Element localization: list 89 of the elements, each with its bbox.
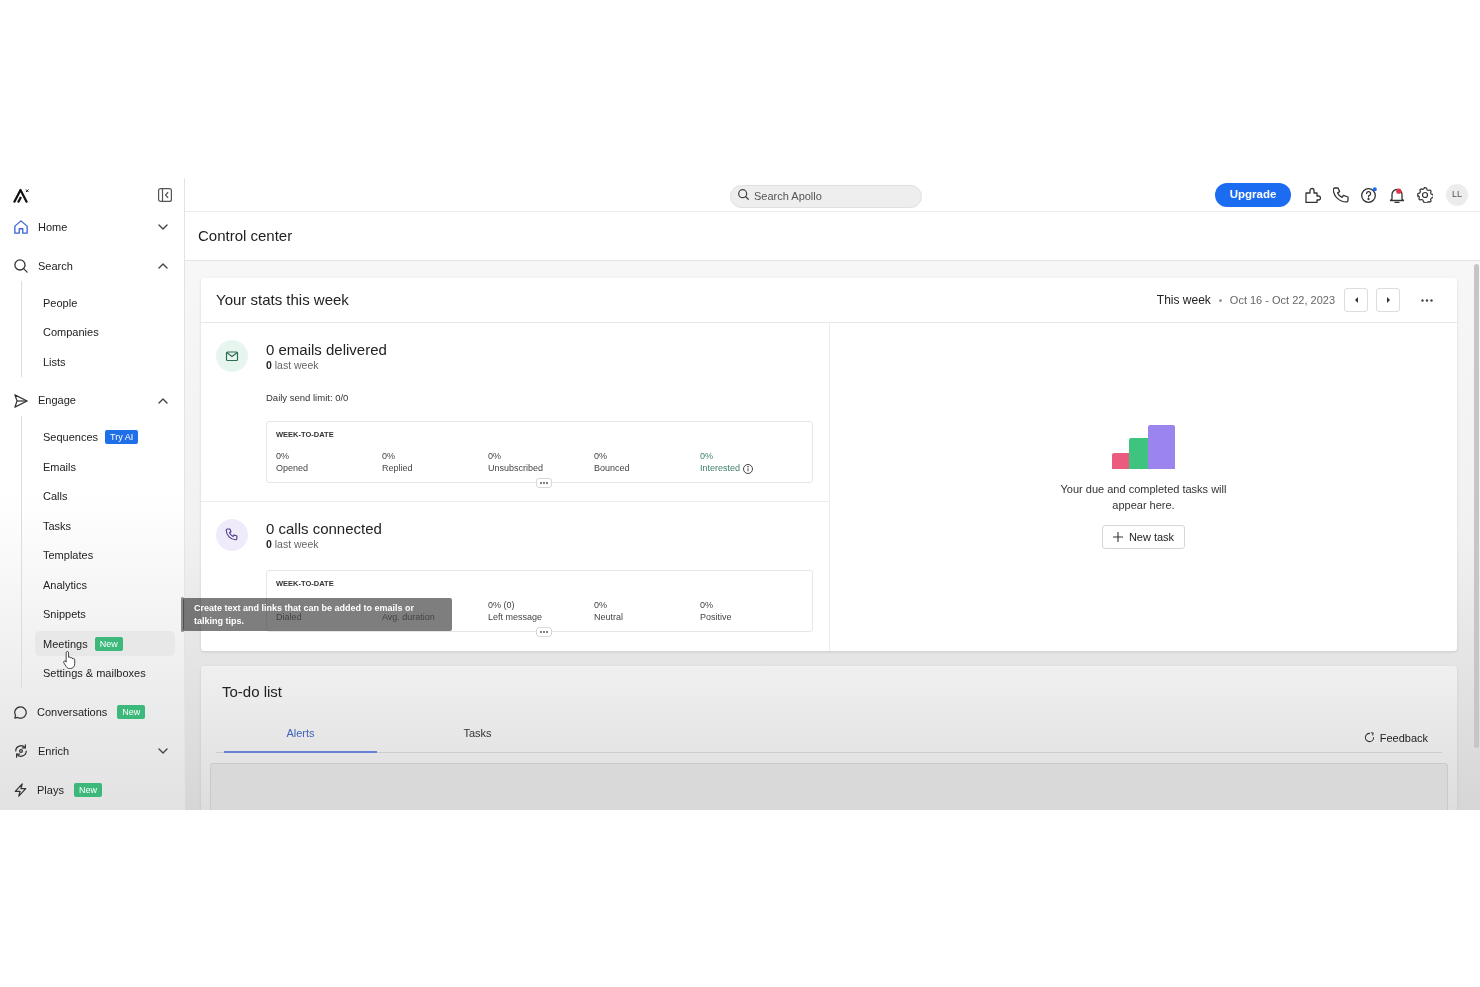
sidebar-item[interactable]: Settings & mailboxes xyxy=(35,660,175,686)
phone-icon[interactable] xyxy=(1333,186,1349,203)
sidebar-item[interactable]: Meetings New xyxy=(35,631,175,657)
chevron-icon[interactable] xyxy=(158,224,168,230)
stat-value: 0% xyxy=(594,599,607,611)
stat-value: 0% xyxy=(700,450,713,462)
stat-value: 0% xyxy=(594,450,607,462)
sidebar-item[interactable]: Templates xyxy=(35,542,175,568)
refresh-icon xyxy=(14,744,28,758)
expand-button[interactable] xyxy=(536,627,552,637)
date-range: Oct 16 - Oct 22, 2023 xyxy=(1229,292,1335,308)
card-title: Your stats this week xyxy=(216,289,349,310)
chevron-icon[interactable] xyxy=(158,263,168,269)
sidebar-item[interactable]: People xyxy=(35,290,175,316)
search-icon xyxy=(14,259,28,273)
scrollbar-thumb[interactable] xyxy=(1474,264,1479,748)
send-limit-text: Daily send limit: 0/0 xyxy=(266,391,349,404)
upgrade-button[interactable]: Upgrade xyxy=(1215,182,1291,207)
scrollbar-thumb[interactable] xyxy=(181,597,184,632)
stat-label: Left message xyxy=(488,611,543,624)
help-icon[interactable] xyxy=(1361,186,1377,203)
sidebar-badge: New xyxy=(73,783,102,797)
lightning-icon xyxy=(14,783,27,797)
info-icon[interactable] xyxy=(743,463,754,474)
chat-bubble-icon xyxy=(14,705,27,719)
logo-icon[interactable] xyxy=(13,187,30,203)
last-week-text: 0 last week xyxy=(266,538,319,551)
sidebar-item[interactable]: Search xyxy=(0,251,184,281)
separator-dot-icon xyxy=(1218,298,1222,302)
tab[interactable]: Tasks xyxy=(401,722,554,753)
phone-icon xyxy=(216,519,248,551)
sidebar-badge: New xyxy=(117,705,146,719)
paper-plane-icon xyxy=(14,393,28,408)
period-label: This week xyxy=(1156,292,1211,309)
sidebar-item[interactable]: Sequences Try AI xyxy=(35,424,175,450)
bell-icon[interactable] xyxy=(1389,186,1405,203)
sidebar-badge: Try AI xyxy=(105,430,139,445)
empty-state-text: Your due and completed tasks will appear here. xyxy=(1059,482,1228,513)
panel-collapse-icon[interactable] xyxy=(158,188,172,202)
stat-value: 0% xyxy=(488,450,501,462)
stat-label: Bounced xyxy=(594,462,630,475)
chevron-icon[interactable] xyxy=(158,397,168,404)
stat-label: Unsubscribed xyxy=(488,462,544,475)
page-title: Control center xyxy=(198,225,293,246)
stat-label: Opened xyxy=(276,462,309,475)
stat-value: 0% xyxy=(700,599,713,611)
stat-label: Positive xyxy=(700,611,732,624)
sidebar-item[interactable]: Lists xyxy=(35,349,175,375)
puzzle-icon[interactable] xyxy=(1305,186,1321,203)
bar-chart-drawing xyxy=(1112,425,1175,469)
mail-icon xyxy=(216,340,248,372)
expand-button[interactable] xyxy=(536,478,552,488)
search-icon xyxy=(738,189,749,200)
sidebar-item[interactable]: Engage xyxy=(0,385,184,416)
caret-right-icon xyxy=(1386,297,1390,303)
stat-headline: 0 calls connected xyxy=(266,520,382,538)
home-icon xyxy=(14,220,28,234)
stat-value: 0% (0) xyxy=(488,599,515,611)
settings-icon[interactable] xyxy=(1417,186,1433,203)
hand-cursor-icon xyxy=(63,651,76,669)
plus-icon xyxy=(1112,532,1123,542)
tab[interactable]: Alerts xyxy=(224,722,377,753)
sidebar-badge: New xyxy=(94,636,123,651)
feedback-button[interactable]: Feedback xyxy=(1363,729,1428,746)
new-task-button[interactable]: New task xyxy=(1101,525,1186,549)
sidebar-item[interactable]: Companies xyxy=(35,319,175,345)
sidebar-item[interactable]: Analytics xyxy=(35,572,175,598)
card-title: To-do list xyxy=(222,683,283,701)
sidebar-item[interactable]: Enrich xyxy=(0,736,184,766)
stat-label: Interested xyxy=(700,462,741,475)
sidebar-item[interactable]: Calls xyxy=(35,483,175,509)
sidebar-item[interactable]: Tasks xyxy=(35,513,175,539)
more-icon xyxy=(1421,298,1433,302)
stat-label: Replied xyxy=(382,462,413,475)
last-week-text: 0 last week xyxy=(266,359,319,372)
caret-left-icon xyxy=(1354,297,1358,303)
chevron-icon[interactable] xyxy=(158,748,168,754)
sidebar-item[interactable]: Snippets xyxy=(35,601,175,627)
sidebar-item[interactable]: Conversations New xyxy=(0,697,184,727)
sidebar-item[interactable]: Home xyxy=(0,212,184,242)
sidebar-item[interactable]: Emails xyxy=(35,454,175,480)
stat-value: 0% xyxy=(382,450,395,462)
sidebar-item[interactable]: Plays New xyxy=(0,775,184,805)
circular-arrow-icon xyxy=(1363,732,1375,744)
stat-value: 0% xyxy=(276,450,289,462)
user-avatar[interactable]: LL xyxy=(1446,183,1468,206)
stat-headline: 0 emails delivered xyxy=(266,341,387,359)
search-field[interactable]: Search Apollo xyxy=(730,184,922,208)
stat-label: Neutral xyxy=(594,611,623,624)
